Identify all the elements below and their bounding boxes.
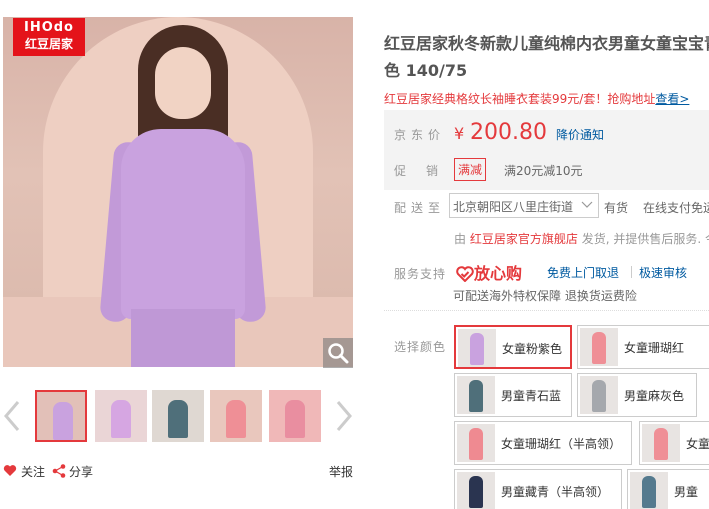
product-title-line2: 色 140/75 bbox=[384, 61, 468, 80]
color-swatch-figure bbox=[592, 332, 606, 364]
color-option[interactable]: 女童粉紫色 bbox=[454, 325, 572, 369]
chevron-down-icon bbox=[581, 201, 593, 208]
service-extra: 可配送海外特权保障 退换货运费险 bbox=[453, 289, 637, 303]
color-option[interactable]: 男童 bbox=[627, 469, 709, 509]
magnifier-icon bbox=[328, 343, 349, 364]
color-swatch-image bbox=[457, 424, 495, 462]
fast-review-link[interactable]: 极速审核 bbox=[639, 264, 687, 281]
shipping-row: 配送至 北京朝阳区八里庄街道 有货 在线支付免运 bbox=[384, 193, 709, 219]
brand-logo-bottom: 红豆居家 bbox=[24, 37, 73, 51]
color-swatch-image bbox=[580, 376, 618, 414]
color-option-label: 男童青石蓝 bbox=[501, 389, 562, 403]
color-label: 选择颜色 bbox=[394, 340, 447, 354]
color-swatch-image bbox=[642, 424, 680, 462]
thumbnail[interactable] bbox=[35, 390, 87, 442]
thumbnail-figure bbox=[285, 400, 305, 438]
share-icon[interactable] bbox=[51, 463, 67, 479]
product-title-line1: 红豆居家秋冬新款儿童纯棉内衣男童女童宝宝青 bbox=[384, 34, 709, 53]
seller-info: 由 红豆居家官方旗舰店 发货, 并提供售后服务. 今 bbox=[454, 230, 709, 247]
color-option-label: 女童粉紫色 bbox=[502, 342, 563, 356]
color-option-label: 女童 bbox=[686, 437, 709, 451]
promo-banner: 红豆居家经典格纹长袖睡衣套装99元/套！抢购地址查看> bbox=[384, 90, 709, 107]
promo-text: 红豆居家经典格纹长袖睡衣套装99元/套！抢购地址 bbox=[384, 92, 656, 106]
color-swatch-figure bbox=[642, 476, 656, 508]
color-swatch-figure bbox=[470, 333, 484, 365]
color-swatch-figure bbox=[654, 428, 668, 460]
thumbnail-figure bbox=[111, 400, 131, 438]
color-swatch-image bbox=[457, 376, 495, 414]
color-swatch-figure bbox=[469, 380, 483, 412]
model-top bbox=[121, 129, 245, 319]
guarantee-text: 放心购 bbox=[474, 264, 523, 283]
promotion-label: 促销 bbox=[394, 164, 459, 178]
color-option[interactable]: 男童藏青（半高领） bbox=[454, 469, 622, 509]
payment-info: 在线支付免运 bbox=[643, 201, 709, 215]
promo-link[interactable]: 查看> bbox=[655, 92, 689, 106]
promotion-tag[interactable]: 满减 bbox=[454, 158, 487, 181]
color-option[interactable]: 女童珊瑚红（半高领） bbox=[454, 421, 632, 465]
heart-icon[interactable] bbox=[3, 464, 17, 477]
color-option-label: 男童麻灰色 bbox=[624, 389, 685, 403]
share-link[interactable]: 分享 bbox=[69, 463, 93, 480]
color-option-label: 女童珊瑚红（半高领） bbox=[501, 437, 622, 451]
price-row: 京东价 ¥ 200.80 降价通知 bbox=[394, 120, 709, 148]
price-value: 200.80 bbox=[470, 120, 547, 145]
color-swatch-image bbox=[580, 328, 618, 366]
service-row: 服务支持 放心购 免费上门取退 极速审核 可配送海外特权保障 退换货运费险 bbox=[384, 258, 709, 308]
price-drop-notice-link[interactable]: 降价通知 bbox=[556, 126, 604, 143]
price-box: 京东价 ¥ 200.80 降价通知 促销 满减 满20元减10元 bbox=[384, 110, 709, 190]
prev-arrow-icon[interactable] bbox=[2, 398, 24, 434]
report-link[interactable]: 举报 bbox=[329, 463, 353, 480]
color-option[interactable]: 女童珊瑚红 bbox=[577, 325, 709, 369]
service-separator bbox=[631, 266, 632, 278]
thumbnail-figure bbox=[53, 402, 73, 440]
thumbnail-figure bbox=[226, 400, 246, 438]
seller-shop-link[interactable]: 红豆居家官方旗舰店 bbox=[470, 232, 578, 246]
thumbnail[interactable] bbox=[95, 390, 147, 442]
service-label: 服务支持 bbox=[394, 267, 447, 281]
address-value: 北京朝阳区八里庄街道 bbox=[453, 200, 574, 214]
color-swatch-figure bbox=[469, 428, 483, 460]
address-selector[interactable]: 北京朝阳区八里庄街道 bbox=[449, 193, 599, 218]
color-swatch-figure bbox=[469, 476, 483, 508]
section-divider bbox=[384, 310, 709, 311]
thumbnail[interactable] bbox=[152, 390, 204, 442]
guarantee-badge[interactable]: 放心购 bbox=[456, 260, 522, 284]
thumbnail[interactable] bbox=[210, 390, 262, 442]
seller-suffix: 发货, 并提供售后服务. 今 bbox=[581, 232, 709, 246]
brand-logo: IHOdo 红豆居家 bbox=[13, 18, 85, 56]
shipping-label: 配送至 bbox=[394, 201, 446, 215]
gallery-actions: 关注 分享 举报 bbox=[3, 462, 355, 480]
stock-status: 有货 bbox=[604, 201, 629, 215]
color-option[interactable]: 男童青石蓝 bbox=[454, 373, 572, 417]
color-option-label: 男童藏青（半高领） bbox=[501, 485, 610, 499]
product-title: 红豆居家秋冬新款儿童纯棉内衣男童女童宝宝青 色 140/75 bbox=[384, 30, 709, 86]
model-pants bbox=[131, 309, 235, 367]
seller-prefix: 由 bbox=[454, 232, 467, 246]
color-option[interactable]: 男童麻灰色 bbox=[577, 373, 697, 417]
heart-check-icon bbox=[456, 266, 474, 283]
promotion-desc: 满20元减10元 bbox=[504, 164, 583, 178]
model-face bbox=[155, 47, 211, 119]
brand-logo-top: IHOdo bbox=[23, 20, 74, 35]
follow-link[interactable]: 关注 bbox=[21, 463, 45, 480]
free-pickup-link[interactable]: 免费上门取退 bbox=[547, 264, 619, 281]
price-currency: ¥ bbox=[454, 124, 465, 143]
color-option[interactable]: 女童 bbox=[639, 421, 709, 465]
color-option-label: 男童 bbox=[674, 485, 699, 499]
product-main-image[interactable] bbox=[3, 17, 353, 367]
next-arrow-icon[interactable] bbox=[332, 398, 354, 434]
thumbnail-figure bbox=[168, 400, 188, 438]
color-option-label: 女童珊瑚红 bbox=[624, 341, 685, 355]
thumbnail[interactable] bbox=[269, 390, 321, 442]
price-label: 京东价 bbox=[394, 128, 446, 142]
promotion-row: 促销 满减 满20元减10元 bbox=[394, 158, 709, 182]
color-swatch-image bbox=[630, 472, 668, 509]
color-swatch-image bbox=[458, 329, 496, 367]
color-swatch-image bbox=[457, 472, 495, 509]
zoom-button[interactable] bbox=[323, 338, 353, 368]
color-swatch-figure bbox=[592, 380, 606, 412]
